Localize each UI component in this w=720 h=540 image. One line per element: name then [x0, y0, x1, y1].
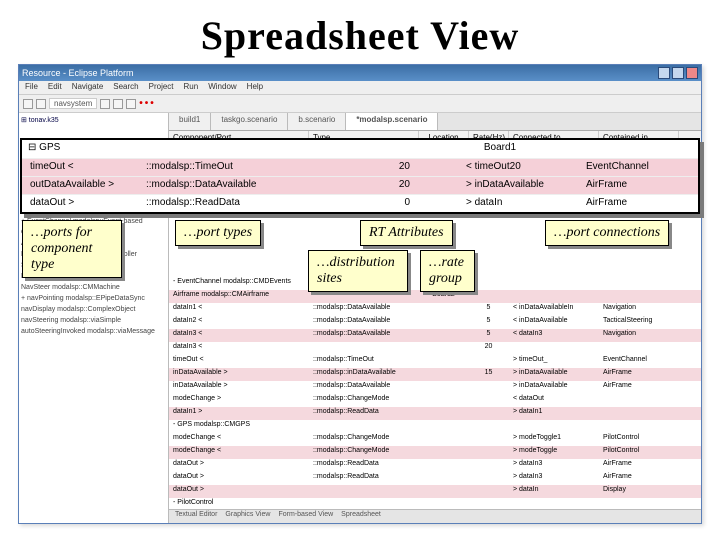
tab-build1[interactable]: build1 [169, 113, 211, 130]
annotation-ports-for-component: …ports for component type [22, 220, 122, 278]
sheet-row[interactable]: inDataAvailable >::modalsp::inDataAvaila… [169, 368, 701, 381]
mode-tab-spreadsheet[interactable]: Spreadsheet [341, 511, 381, 522]
tree-row[interactable]: NavSteer modalsp::CMMachine [21, 282, 166, 293]
port-conn-cell: < timeOut20 [462, 159, 582, 176]
sheet-row[interactable]: modeChange <::modalsp::ChangeMode> modeT… [169, 433, 701, 446]
group-toggle[interactable]: ⊟ GPS [22, 140, 122, 158]
menu-item[interactable]: Project [149, 82, 174, 93]
mode-tab-form[interactable]: Form-based View [278, 511, 333, 522]
port-cont-cell: AirFrame [582, 177, 682, 194]
gps-board-cell: Board1 [302, 140, 698, 158]
port-type-cell: ::modalsp::DataAvailable [142, 177, 322, 194]
menu-item[interactable]: Help [247, 82, 263, 93]
sheet-row[interactable]: dataOut >::modalsp::ReadData> dataIn3Air… [169, 459, 701, 472]
sheet-row[interactable]: modeChange >::modalsp::ChangeMode< dataO… [169, 394, 701, 407]
toolbar-overflow-icon: ••• [139, 98, 156, 109]
port-type-cell: ::modalsp::ReadData [142, 195, 322, 212]
sheet-row[interactable]: dataIn3 <::modalsp::DataAvailable5< data… [169, 329, 701, 342]
tree-row[interactable]: navDisplay modalsp::ComplexObject [21, 304, 166, 315]
port-rate-cell: 20 [322, 177, 422, 194]
port-conn-cell: > inDataAvailable [462, 177, 582, 194]
toolbar: navsystem ••• [19, 95, 701, 113]
tab-taskgo[interactable]: taskgo.scenario [211, 113, 288, 130]
port-cont-cell: EventChannel [582, 159, 682, 176]
tree-row[interactable]: autoSteeringInvoked modalsp::viaMessage [21, 326, 166, 337]
menu-item[interactable]: Edit [48, 82, 62, 93]
mode-tab-graphics[interactable]: Graphics View [225, 511, 270, 522]
close-icon[interactable] [686, 67, 698, 79]
annotation-port-types: …port types [175, 220, 261, 246]
menubar: File Edit Navigate Search Project Run Wi… [19, 81, 701, 95]
annotation-rt-attributes: RT Attributes [360, 220, 453, 246]
menu-item[interactable]: File [25, 82, 38, 93]
sheet-row[interactable]: timeOut <::modalsp::TimeOut> timeOut_Eve… [169, 355, 701, 368]
tab-modalsp[interactable]: *modalsp.scenario [346, 113, 438, 130]
sheet-row[interactable]: dataIn3 <20 [169, 342, 701, 355]
toolbar-icon[interactable] [100, 99, 110, 109]
mode-tab-textual[interactable]: Textual Editor [175, 511, 217, 522]
editor-tabs: build1 taskgo.scenario b.scenario *modal… [169, 113, 701, 131]
port-name-cell: timeOut < [22, 159, 142, 176]
toolbar-icon[interactable] [23, 99, 33, 109]
port-type-cell: ::modalsp::TimeOut [142, 159, 322, 176]
tree-row[interactable]: + navPointing modalsp::EPipeDataSync [21, 293, 166, 304]
maximize-icon[interactable] [672, 67, 684, 79]
port-rate-cell: 0 [322, 195, 422, 212]
toolbar-combo[interactable]: navsystem [49, 98, 97, 109]
eclipse-window: Resource - Eclipse Platform File Edit Na… [18, 64, 702, 524]
toolbar-icon[interactable] [36, 99, 46, 109]
port-name-cell: outDataAvailable > [22, 177, 142, 194]
gps-row[interactable]: outDataAvailable >::modalsp::DataAvailab… [22, 176, 698, 194]
minimize-icon[interactable] [658, 67, 670, 79]
tree-row[interactable]: navSteering modalsp::viaSimple [21, 315, 166, 326]
menu-item[interactable]: Search [113, 82, 138, 93]
port-rate-cell: 20 [322, 159, 422, 176]
annotation-distribution-sites: …distribution sites [308, 250, 408, 292]
gps-row[interactable]: dataOut >::modalsp::ReadData0 > dataInAir… [22, 194, 698, 212]
tree-row[interactable]: ⊞ tonav.k35 [21, 115, 166, 126]
menu-item[interactable]: Window [208, 82, 236, 93]
sheet-row[interactable]: - GPS modalsp::CMGPS [169, 420, 701, 433]
port-conn-cell: > dataIn [462, 195, 582, 212]
annotation-rate-group: …rate group [420, 250, 475, 292]
port-name-cell: dataOut > [22, 195, 142, 212]
sheet-row[interactable]: - PilotControl [169, 498, 701, 509]
menu-item[interactable]: Run [184, 82, 199, 93]
sheet-row[interactable]: dataOut >> dataInDisplay [169, 485, 701, 498]
gps-highlight-table: ⊟ GPS Board1 timeOut <::modalsp::TimeOut… [20, 138, 700, 214]
sheet-row[interactable]: dataOut >::modalsp::ReadData> dataIn3Air… [169, 472, 701, 485]
port-cont-cell: AirFrame [582, 195, 682, 212]
annotation-port-connections: …port connections [545, 220, 669, 246]
menu-item[interactable]: Navigate [72, 82, 104, 93]
tab-bscenario[interactable]: b.scenario [288, 113, 346, 130]
sheet-row[interactable]: inDataAvailable >::modalsp::DataAvailabl… [169, 381, 701, 394]
sheet-row[interactable]: dataIn2 <::modalsp::DataAvailable5< inDa… [169, 316, 701, 329]
window-title-text: Resource - Eclipse Platform [22, 68, 134, 78]
group-label: GPS [39, 142, 60, 153]
sheet-row[interactable]: modeChange <::modalsp::ChangeMode> modeT… [169, 446, 701, 459]
toolbar-icon[interactable] [113, 99, 123, 109]
sheet-row[interactable]: dataIn1 <::modalsp::DataAvailable5< inDa… [169, 303, 701, 316]
toolbar-icon[interactable] [126, 99, 136, 109]
gps-row[interactable]: timeOut <::modalsp::TimeOut20 < timeOut20… [22, 158, 698, 176]
window-titlebar: Resource - Eclipse Platform [19, 65, 701, 81]
editor-mode-tabs: Textual Editor Graphics View Form-based … [169, 509, 701, 523]
page-title: Spreadsheet View [0, 0, 720, 63]
sheet-row[interactable]: dataIn1 >::modalsp::ReadData> dataIn1 [169, 407, 701, 420]
